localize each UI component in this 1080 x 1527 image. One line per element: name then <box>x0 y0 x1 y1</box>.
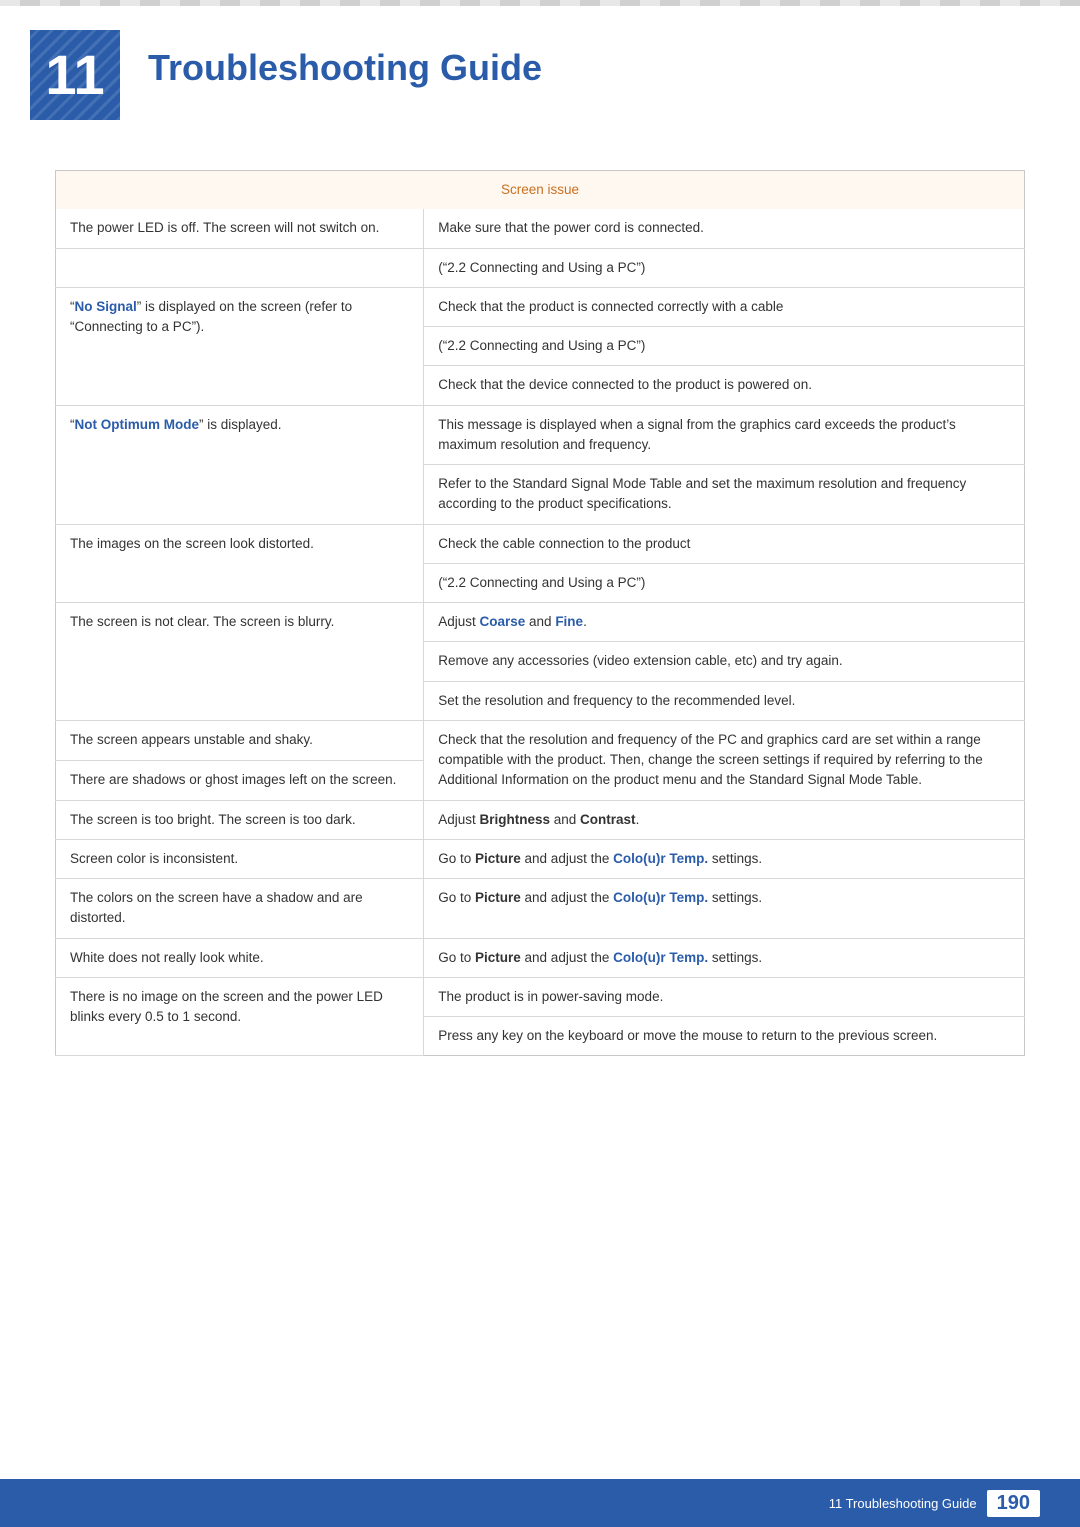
solution-cell: Adjust Coarse and Fine. <box>424 603 1025 642</box>
solution-text: Remove any accessories (video extension … <box>438 653 842 668</box>
solution-cell: (“2.2 Connecting and Using a PC”) <box>424 248 1025 287</box>
footer-text: 11 Troubleshooting Guide <box>829 1496 977 1511</box>
solution-cell: (“2.2 Connecting and Using a PC”) <box>424 327 1025 366</box>
table-row: (“2.2 Connecting and Using a PC”) <box>56 248 1025 287</box>
issue-cell: The screen is too bright. The screen is … <box>56 800 424 839</box>
table-row: White does not really look white. Go to … <box>56 938 1025 977</box>
solution-cell: This message is displayed when a signal … <box>424 405 1025 465</box>
table-row: “Not Optimum Mode” is displayed. This me… <box>56 405 1025 465</box>
solution-text: Check that the device connected to the p… <box>438 377 812 392</box>
solution-text: Set the resolution and frequency to the … <box>438 693 795 708</box>
issue-cell: “No Signal” is displayed on the screen (… <box>56 287 424 405</box>
solution-text: The product is in power-saving mode. <box>438 989 663 1004</box>
table-header: Screen issue <box>56 171 1025 210</box>
issue-cell: “Not Optimum Mode” is displayed. <box>56 405 424 524</box>
solution-text: Go to Picture and adjust the Colo(u)r Te… <box>438 851 762 866</box>
solution-text: Refer to the Standard Signal Mode Table … <box>438 476 966 511</box>
solution-cell: Make sure that the power cord is connect… <box>424 209 1025 248</box>
issue-text: There are shadows or ghost images left o… <box>70 772 396 787</box>
issue-cell: The power LED is off. The screen will no… <box>56 209 424 248</box>
solution-text: Adjust Brightness and Contrast. <box>438 812 639 827</box>
solution-text: (“2.2 Connecting and Using a PC”) <box>438 575 645 590</box>
issue-cell: White does not really look white. <box>56 938 424 977</box>
issue-cell: The colors on the screen have a shadow a… <box>56 879 424 939</box>
solution-cell: Go to Picture and adjust the Colo(u)r Te… <box>424 879 1025 939</box>
page-footer: 11 Troubleshooting Guide 190 <box>0 1479 1080 1527</box>
issue-text: The colors on the screen have a shadow a… <box>70 890 363 925</box>
solution-text: Press any key on the keyboard or move th… <box>438 1028 937 1043</box>
issue-cell <box>56 248 424 287</box>
issue-cell: There is no image on the screen and the … <box>56 977 424 1056</box>
solution-cell: Check the cable connection to the produc… <box>424 524 1025 563</box>
solution-text: Check the cable connection to the produc… <box>438 536 690 551</box>
table-row: “No Signal” is displayed on the screen (… <box>56 287 1025 326</box>
solution-cell: Press any key on the keyboard or move th… <box>424 1017 1025 1056</box>
issue-text: The screen is too bright. The screen is … <box>70 812 356 827</box>
solution-text: Go to Picture and adjust the Colo(u)r Te… <box>438 890 762 905</box>
table-row: Screen color is inconsistent. Go to Pict… <box>56 839 1025 878</box>
solution-text: (“2.2 Connecting and Using a PC”) <box>438 338 645 353</box>
chapter-block: 11 <box>30 30 120 120</box>
solution-text: (“2.2 Connecting and Using a PC”) <box>438 260 645 275</box>
page-number: 190 <box>987 1490 1040 1517</box>
issue-text: There is no image on the screen and the … <box>70 989 383 1024</box>
issue-cell: The screen appears unstable and shaky. <box>56 720 424 760</box>
main-content: Screen issue The power LED is off. The s… <box>0 140 1080 1116</box>
table-row: The screen is not clear. The screen is b… <box>56 603 1025 642</box>
solution-cell: Check that the product is connected corr… <box>424 287 1025 326</box>
solution-text: Check that the resolution and frequency … <box>438 732 983 788</box>
issue-text: The screen is not clear. The screen is b… <box>70 614 334 629</box>
solution-text: Adjust Coarse and Fine. <box>438 614 587 629</box>
solution-cell: Go to Picture and adjust the Colo(u)r Te… <box>424 938 1025 977</box>
chapter-number: 11 <box>45 47 104 103</box>
table-row: The colors on the screen have a shadow a… <box>56 879 1025 939</box>
solution-cell: Set the resolution and frequency to the … <box>424 681 1025 720</box>
issue-text: The screen appears unstable and shaky. <box>70 732 313 747</box>
table-row: There is no image on the screen and the … <box>56 977 1025 1016</box>
issue-text: The images on the screen look distorted. <box>70 536 314 551</box>
issue-cell: Screen color is inconsistent. <box>56 839 424 878</box>
table-row: The screen appears unstable and shaky. C… <box>56 720 1025 760</box>
solution-cell: Remove any accessories (video extension … <box>424 642 1025 681</box>
table-row: The screen is too bright. The screen is … <box>56 800 1025 839</box>
solution-cell: Go to Picture and adjust the Colo(u)r Te… <box>424 839 1025 878</box>
solution-cell: Adjust Brightness and Contrast. <box>424 800 1025 839</box>
solution-text: This message is displayed when a signal … <box>438 417 956 452</box>
issue-cell: The screen is not clear. The screen is b… <box>56 603 424 721</box>
issue-text: “Not Optimum Mode” is displayed. <box>70 417 282 432</box>
issue-cell: The images on the screen look distorted. <box>56 524 424 603</box>
page-header: 11 Troubleshooting Guide <box>0 0 1080 140</box>
table-row: The images on the screen look distorted.… <box>56 524 1025 563</box>
solution-text: Check that the product is connected corr… <box>438 299 783 314</box>
solution-cell: Check that the resolution and frequency … <box>424 720 1025 800</box>
solution-cell: Check that the device connected to the p… <box>424 366 1025 405</box>
solution-cell: Refer to the Standard Signal Mode Table … <box>424 465 1025 525</box>
chapter-title: Troubleshooting Guide <box>148 48 542 88</box>
issue-text: The power LED is off. The screen will no… <box>70 220 379 235</box>
issue-text: “No Signal” is displayed on the screen (… <box>70 299 352 334</box>
issue-cell: There are shadows or ghost images left o… <box>56 760 424 800</box>
solution-cell: (“2.2 Connecting and Using a PC”) <box>424 563 1025 602</box>
troubleshooting-table: Screen issue The power LED is off. The s… <box>55 170 1025 1056</box>
solution-text: Go to Picture and adjust the Colo(u)r Te… <box>438 950 762 965</box>
solution-cell: The product is in power-saving mode. <box>424 977 1025 1016</box>
issue-text: Screen color is inconsistent. <box>70 851 238 866</box>
solution-text: Make sure that the power cord is connect… <box>438 220 704 235</box>
issue-text: White does not really look white. <box>70 950 264 965</box>
table-row: The power LED is off. The screen will no… <box>56 209 1025 248</box>
